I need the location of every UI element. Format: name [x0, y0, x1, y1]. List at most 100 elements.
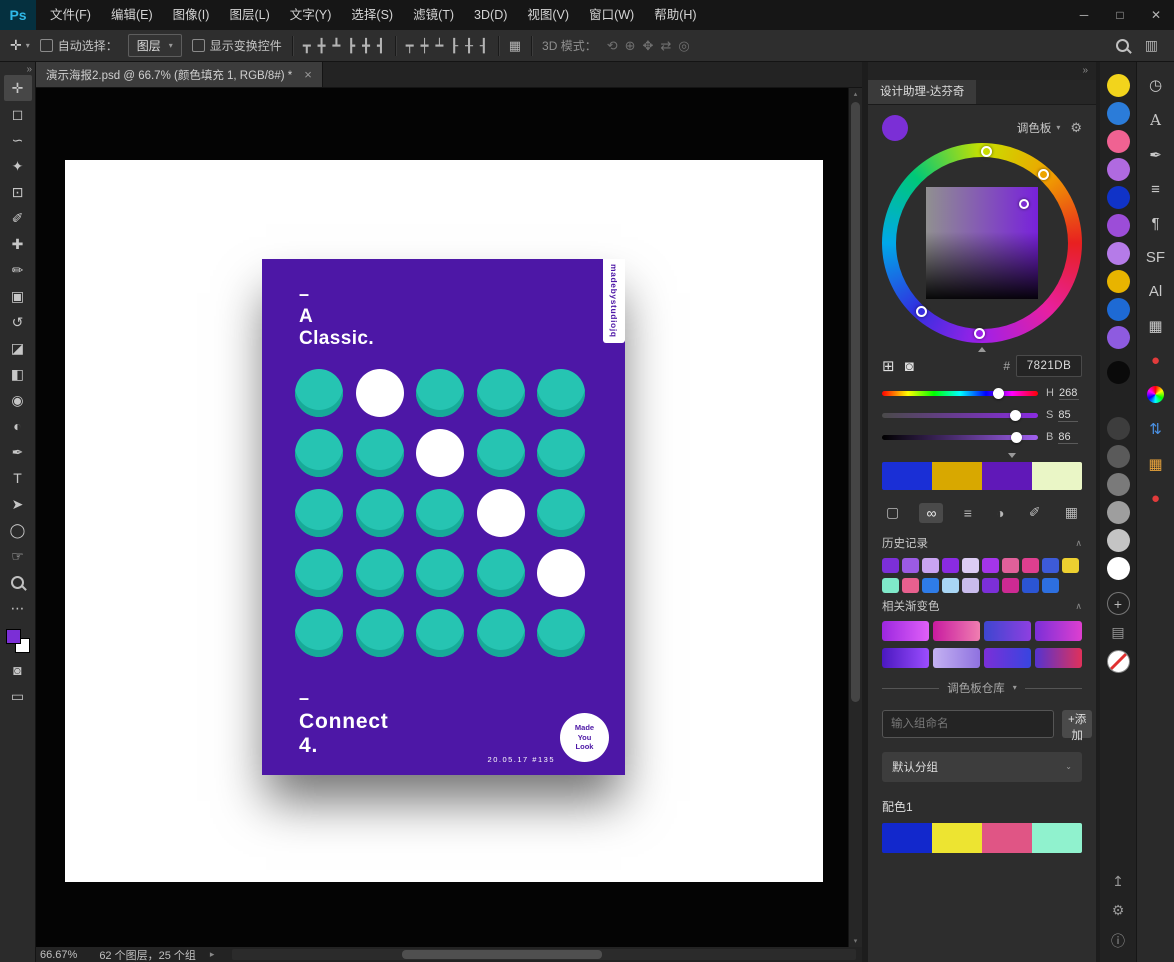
- hue-handle-top[interactable]: [981, 146, 992, 157]
- grad-gradient-1[interactable]: [933, 621, 980, 641]
- align-right-icon[interactable]: ┫: [377, 39, 385, 52]
- rs-swatch-4[interactable]: [1106, 186, 1130, 209]
- rs-swatch-7[interactable]: [1106, 557, 1130, 580]
- gear-icon[interactable]: ⚙: [1070, 120, 1082, 136]
- color-wheel-icon[interactable]: [1147, 386, 1164, 403]
- history-panel-icon[interactable]: ◷: [1149, 76, 1162, 94]
- mosaic-plugin-icon[interactable]: ▦: [1148, 455, 1162, 473]
- menu-item-9[interactable]: 窗口(W): [579, 0, 644, 30]
- zoom-tool[interactable]: [4, 569, 32, 595]
- mini-swatch-1[interactable]: [902, 558, 919, 573]
- image-icon[interactable]: ▦: [1061, 502, 1082, 523]
- pen-tool[interactable]: ✒: [4, 439, 32, 465]
- distribute-left-icon[interactable]: ┠: [450, 39, 458, 52]
- hue-handle-left[interactable]: [916, 306, 927, 317]
- rs-swatch-0[interactable]: [1106, 361, 1130, 384]
- rs-swatch-5[interactable]: [1106, 501, 1130, 524]
- palette-label[interactable]: 调色板: [1017, 120, 1052, 136]
- hex-input[interactable]: 7821DB: [1016, 355, 1082, 377]
- blur-tool[interactable]: ◉: [4, 387, 32, 413]
- menu-item-10[interactable]: 帮助(H): [644, 0, 706, 30]
- hue-handle-right[interactable]: [1038, 169, 1049, 180]
- hue-value[interactable]: 268: [1058, 387, 1079, 400]
- panel-tab[interactable]: 设计助理-达芬奇: [868, 80, 977, 104]
- mini-swatch-7[interactable]: [1022, 578, 1039, 593]
- align-hcenter-icon[interactable]: ╋: [362, 39, 370, 52]
- mini-swatch-5[interactable]: [982, 578, 999, 593]
- close-button[interactable]: ✕: [1138, 0, 1174, 30]
- color-wheel[interactable]: [882, 143, 1082, 352]
- history-brush-tool[interactable]: ↺: [4, 309, 32, 335]
- distribute-top-icon[interactable]: ┯: [406, 39, 414, 52]
- mini-swatch-6[interactable]: [1002, 558, 1019, 573]
- mini-swatch-0[interactable]: [882, 578, 899, 593]
- 3d-pan-icon[interactable]: ✥: [643, 39, 654, 52]
- clone-stamp-tool[interactable]: ▣: [4, 283, 32, 309]
- menu-item-0[interactable]: 文件(F): [40, 0, 101, 30]
- rs-swatch-8[interactable]: [1106, 298, 1130, 321]
- mini-swatch-0[interactable]: [882, 558, 899, 573]
- crop-tool[interactable]: ⊡: [4, 179, 32, 205]
- rs-swatch-1[interactable]: [1106, 102, 1130, 125]
- scroll-down-icon[interactable]: ▾: [849, 937, 862, 945]
- distribute-vcenter-icon[interactable]: ┿: [421, 39, 429, 52]
- brushes-icon[interactable]: ✒: [1149, 146, 1162, 164]
- panel-toggle-icon[interactable]: ▥: [1145, 37, 1158, 54]
- upload-icon[interactable]: ↥: [1112, 873, 1124, 890]
- mini-swatch-6[interactable]: [1002, 578, 1019, 593]
- hue-slider[interactable]: [882, 388, 1038, 399]
- canvas[interactable]: – A Classic. madebystudiojq – Connect 4.…: [36, 88, 848, 947]
- brightness-value[interactable]: 86: [1058, 431, 1079, 444]
- close-icon[interactable]: ×: [304, 67, 312, 82]
- zoom-level[interactable]: 66.67%: [40, 949, 77, 961]
- status-flyout-icon[interactable]: ▸: [210, 949, 215, 960]
- menu-item-4[interactable]: 文字(Y): [280, 0, 342, 30]
- scroll-up-icon[interactable]: ▴: [849, 90, 862, 98]
- mini-swatch-2[interactable]: [922, 558, 939, 573]
- mini-swatch-8[interactable]: [1042, 578, 1059, 593]
- ring-view-icon[interactable]: ◙: [905, 358, 914, 375]
- grad-gradient-3[interactable]: [1035, 621, 1082, 641]
- red-plugin-icon[interactable]: ●: [1151, 352, 1160, 369]
- auto-select-checkbox[interactable]: 自动选择：: [39, 37, 118, 54]
- mini-swatch-9[interactable]: [1062, 558, 1079, 573]
- mini-swatch-4[interactable]: [962, 558, 979, 573]
- mini-swatch-8[interactable]: [1042, 558, 1059, 573]
- seg-swatch-2[interactable]: [982, 823, 1032, 853]
- vertical-scrollbar-thumb[interactable]: [851, 102, 860, 702]
- color-chips[interactable]: [5, 629, 30, 653]
- distribute-bottom-icon[interactable]: ┷: [435, 39, 443, 52]
- 3d-roll-icon[interactable]: ⊕: [625, 39, 636, 52]
- gradient-tool[interactable]: ◧: [4, 361, 32, 387]
- 3d-slide-icon[interactable]: ⇄: [660, 39, 671, 52]
- screen-mode-icon[interactable]: ▭: [4, 683, 32, 709]
- marquee-tool[interactable]: ◻: [4, 101, 32, 127]
- align-top-icon[interactable]: ┳: [303, 39, 311, 52]
- quick-mask-icon[interactable]: ◙: [4, 657, 32, 683]
- horizontal-scrollbar[interactable]: [232, 949, 856, 960]
- contrast-icon[interactable]: ◑: [992, 503, 1008, 523]
- rs-swatch-6[interactable]: [1106, 242, 1130, 265]
- seg-swatch-0[interactable]: [882, 462, 932, 490]
- rs-swatch-3[interactable]: [1106, 445, 1130, 468]
- current-color-swatch[interactable]: [882, 115, 908, 141]
- collapse-panel-icon[interactable]: »: [1082, 65, 1088, 76]
- shape-tool[interactable]: ◯: [4, 517, 32, 543]
- menu-item-8[interactable]: 视图(V): [517, 0, 579, 30]
- grid-view-icon[interactable]: ⊞: [882, 357, 895, 375]
- settings-gear-icon[interactable]: ⚙: [1112, 902, 1125, 919]
- brightness-handle[interactable]: [1011, 432, 1023, 443]
- maximize-button[interactable]: □: [1102, 0, 1138, 30]
- document-tab[interactable]: 演示海报2.psd @ 66.7% (颜色填充 1, RGB/8#) * ×: [36, 62, 323, 87]
- add-group-button[interactable]: +添加: [1062, 710, 1093, 742]
- rs-swatch-2[interactable]: [1106, 417, 1130, 440]
- hue-handle-bottom[interactable]: [974, 328, 985, 339]
- mini-swatch-4[interactable]: [962, 578, 979, 593]
- horizontal-scrollbar-thumb[interactable]: [402, 950, 603, 959]
- mini-swatch-2[interactable]: [922, 578, 939, 593]
- search-icon[interactable]: [1115, 39, 1129, 52]
- sliders-icon[interactable]: ≡: [960, 503, 976, 523]
- menu-item-6[interactable]: 滤镜(T): [403, 0, 464, 30]
- auto-select-target-dropdown[interactable]: 图层 ▾: [127, 34, 182, 57]
- grad-gradient-0[interactable]: [882, 648, 929, 668]
